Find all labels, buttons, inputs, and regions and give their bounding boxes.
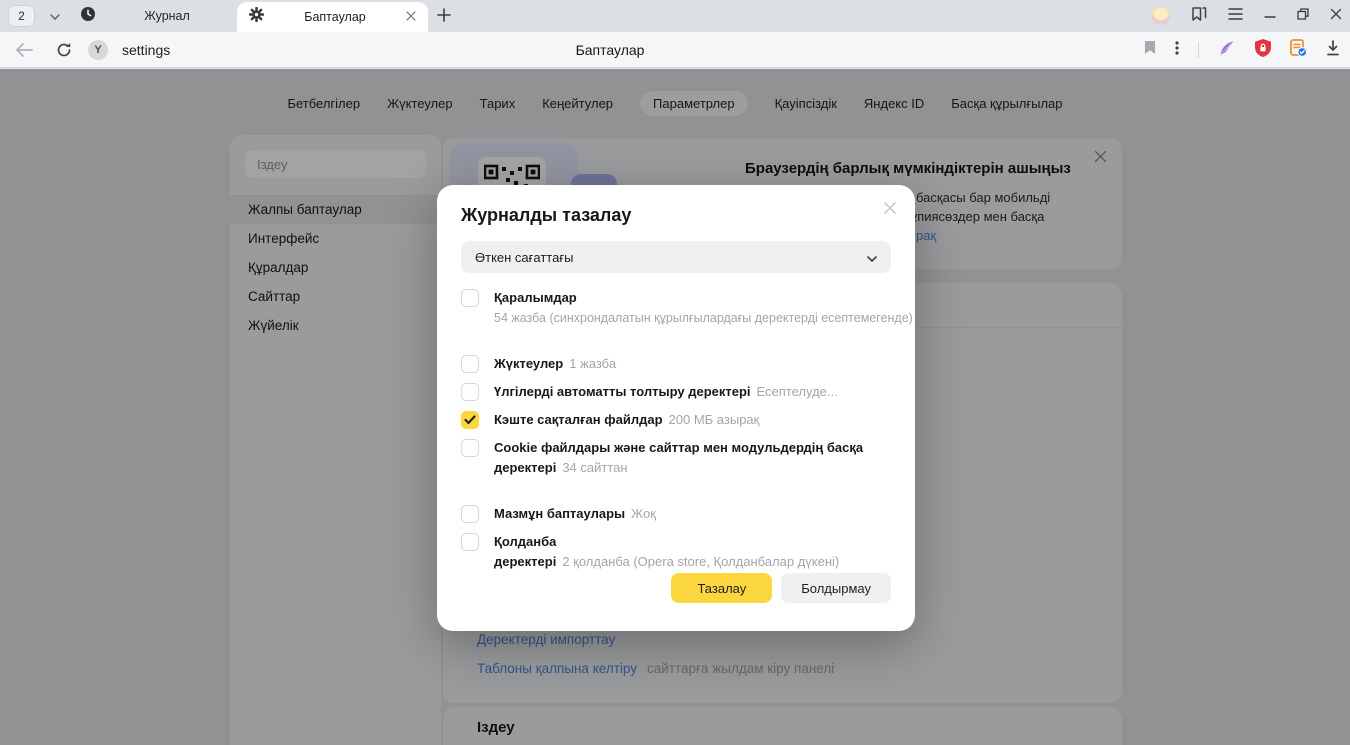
clear-option-detail: 54 жазба (синхрондалатын құрылғылардағы … [494,308,913,328]
period-select-value: Өткен сағаттағы [475,250,867,265]
clear-option-row: Қолданба деректері 2 қолданба (Opera stor… [461,532,891,572]
bookmark-icon[interactable] [1144,40,1156,60]
toolbar-divider [1198,42,1199,58]
clear-option-label[interactable]: Мазмұн баптаулары [494,506,625,521]
checkbox-unchecked[interactable] [461,533,479,551]
new-tab-button[interactable] [434,7,454,27]
checkbox-unchecked[interactable] [461,505,479,523]
restore-icon[interactable] [1297,7,1309,25]
avatar[interactable] [1152,7,1170,25]
checkbox-checked[interactable] [461,411,479,429]
clear-history-dialog: Журналды тазалау Өткен сағаттағы Қаралым… [437,185,915,631]
address-bar: Y settings Баптаулар [0,32,1350,68]
checkbox-unchecked[interactable] [461,289,479,307]
clear-option-label[interactable]: Кэште сақталған файлдар [494,412,663,427]
clear-option-row: Үлгілерді автоматты толтыру деректері Есе… [461,382,891,402]
chevron-down-icon [50,7,60,25]
tab-history[interactable]: Журнал [74,0,244,32]
chevron-down-icon [867,250,877,265]
browser-window: 2 Журнал [0,0,1350,745]
clear-option-detail: 200 МБ азырақ [669,412,760,427]
clear-option-row: Мазмұн баптаулары Жоқ [461,504,891,524]
cancel-button[interactable]: Болдырмау [781,573,891,603]
clear-option-row: Cookie файлдары және сайттар мен модульд… [461,438,891,478]
clear-option-row: Қаралымдар54 жазба (синхрондалатын құрыл… [461,288,891,328]
clear-option-label[interactable]: Cookie файлдары және сайттар мен модульд… [494,440,863,475]
gear-icon [249,7,264,27]
tab-list-button[interactable] [42,5,68,27]
clear-button[interactable]: Тазалау [671,573,772,603]
clear-option-row: Кэште сақталған файлдар 200 МБ азырақ [461,410,891,430]
close-icon[interactable] [406,8,416,26]
clear-option-detail: 2 қолданба (Opera store, Қолданбалар дүк… [562,554,839,569]
dialog-title: Журналды тазалау [461,205,631,226]
period-select[interactable]: Өткен сағаттағы [461,241,891,273]
tab-settings-active[interactable]: Баптаулар [237,2,428,32]
download-icon[interactable] [1326,40,1340,61]
clear-option-label[interactable]: Үлгілерді автоматты толтыру деректері [494,384,751,399]
menu-icon[interactable] [1228,7,1243,25]
clear-option-detail: 1 жазба [569,356,616,371]
minimize-icon[interactable] [1264,7,1276,25]
doc-check-icon[interactable] [1290,39,1307,62]
tab-count-badge[interactable]: 2 [8,5,35,27]
clear-option-detail: 34 сайттан [562,460,627,475]
clear-option-detail: Есептелуде... [757,384,838,399]
close-icon[interactable] [879,197,901,219]
clear-option-label[interactable]: Қаралымдар [494,290,577,305]
panels-icon[interactable] [1191,6,1207,27]
clear-options-list: Қаралымдар54 жазба (синхрондалатын құрыл… [461,288,891,580]
tab-label: Баптаулар [264,10,406,24]
clear-option-label[interactable]: Қолданба деректері [494,534,556,569]
settings-page: БетбелгілерЖүктеулерТарихКеңейтулерПарам… [0,69,1350,745]
checkbox-unchecked[interactable] [461,439,479,457]
tab-label: Журнал [96,9,238,23]
clear-option-row: Жүктеулер 1 жазба [461,354,891,374]
page-title: Баптаулар [0,32,1220,68]
close-icon[interactable] [1330,7,1342,25]
checkbox-unchecked[interactable] [461,355,479,373]
shield-lock-icon[interactable] [1255,39,1271,62]
plus-icon [437,8,451,27]
extension-feather-icon[interactable] [1218,39,1236,62]
checkbox-unchecked[interactable] [461,383,479,401]
tab-bar: 2 Журнал [0,0,1350,32]
clock-icon [80,6,96,27]
kebab-icon[interactable] [1175,40,1179,61]
clear-option-label[interactable]: Жүктеулер [494,356,563,371]
clear-option-detail: Жоқ [631,506,656,521]
